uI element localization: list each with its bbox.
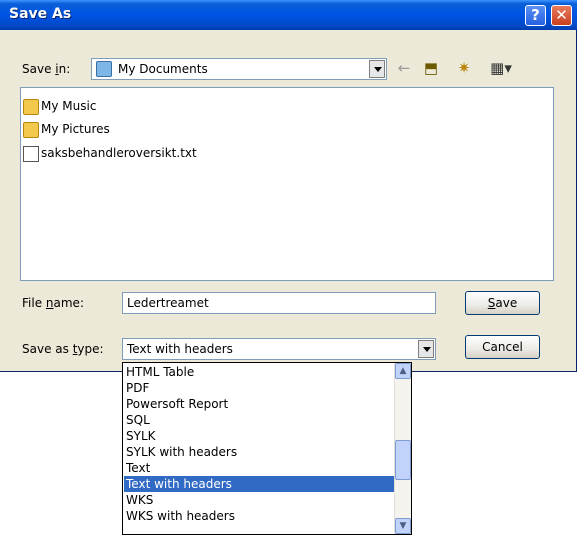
save-in-dropdown[interactable]: My Documents — [91, 58, 387, 80]
folder-icon — [23, 121, 39, 138]
cancel-button[interactable]: Cancel — [465, 335, 540, 359]
help-button[interactable]: ? — [525, 5, 546, 26]
save-as-type-label: Save as type: — [22, 342, 104, 356]
help-icon: ? — [531, 6, 540, 24]
save-in-value: My Documents — [118, 62, 208, 76]
chevron-down-icon[interactable] — [418, 340, 434, 358]
scroll-down-icon[interactable]: ▼ — [395, 518, 411, 534]
close-icon: ✕ — [555, 6, 568, 24]
chevron-down-icon[interactable] — [369, 60, 385, 78]
dropdown-option[interactable]: WKS with headers — [124, 508, 394, 524]
list-item[interactable]: My Music — [23, 96, 96, 116]
dropdown-option[interactable]: Powersoft Report — [124, 396, 394, 412]
title-bar[interactable]: Save As ? ✕ — [0, 0, 577, 30]
save-as-type-value: Text with headers — [127, 342, 233, 356]
save-as-dialog: Save As ? ✕ Save in: My Documents ← ⬒ ✷ … — [0, 0, 577, 372]
dialog-title: Save As — [9, 6, 72, 22]
list-item[interactable]: saksbehandleroversikt.txt — [23, 143, 197, 163]
save-as-type-options[interactable]: HTML Table PDF Powersoft Report SQL SYLK… — [122, 362, 412, 535]
dropdown-option[interactable]: SYLK — [124, 428, 394, 444]
save-as-type-dropdown[interactable]: Text with headers — [122, 338, 436, 360]
list-item[interactable]: My Pictures — [23, 119, 110, 139]
save-in-label: Save in: — [22, 62, 71, 76]
folder-icon — [96, 61, 112, 77]
file-name-label: File name: — [22, 296, 84, 310]
new-folder-icon[interactable]: ✷ — [454, 58, 474, 78]
dropdown-option[interactable]: HTML Table — [124, 364, 394, 380]
dropdown-option[interactable]: SQL — [124, 412, 394, 428]
dropdown-option[interactable]: PDF — [124, 380, 394, 396]
text-file-icon — [23, 145, 39, 162]
views-menu-icon[interactable]: ▦▾ — [486, 58, 516, 78]
dropdown-option[interactable]: WKS — [124, 492, 394, 508]
file-name-input[interactable]: Ledertreamet — [122, 292, 436, 314]
file-list[interactable]: My Music My Pictures saksbehandleroversi… — [20, 87, 554, 281]
scroll-up-icon[interactable]: ▲ — [395, 363, 411, 379]
dropdown-option-selected[interactable]: Text with headers — [124, 476, 394, 492]
dropdown-option[interactable]: Text — [124, 460, 394, 476]
close-button[interactable]: ✕ — [551, 5, 572, 26]
folder-icon — [23, 98, 39, 115]
save-button[interactable]: Save — [465, 291, 540, 315]
back-icon[interactable]: ← — [394, 58, 414, 78]
dropdown-scrollbar[interactable]: ▲ ▼ — [394, 363, 411, 534]
up-folder-icon[interactable]: ⬒ — [421, 58, 441, 78]
scroll-thumb[interactable] — [395, 440, 411, 480]
dropdown-option[interactable]: SYLK with headers — [124, 444, 394, 460]
